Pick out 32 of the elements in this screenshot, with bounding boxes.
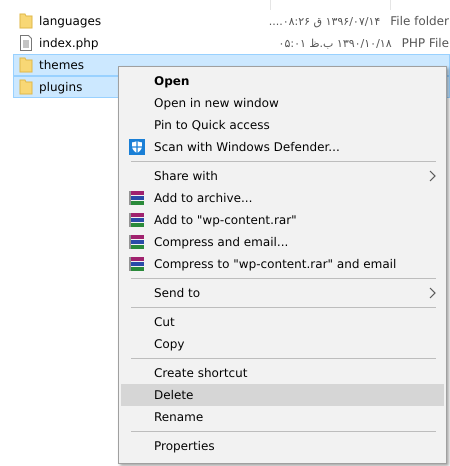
menu-item[interactable]: Add to "wp-content.rar" (121, 209, 444, 231)
file-name: themes (39, 58, 84, 72)
menu-item[interactable]: Share with (121, 165, 444, 187)
menu-item[interactable]: Cut (121, 311, 444, 333)
folder-icon (19, 13, 33, 29)
menu-item[interactable]: Compress to "wp-content.rar" and email (121, 253, 444, 275)
menu-item[interactable]: Delete (121, 384, 444, 406)
menu-item[interactable]: Add to archive... (121, 187, 444, 209)
menu-item[interactable]: Copy (121, 333, 444, 355)
stacked-books-icon (129, 234, 145, 250)
file-type: PHP File (402, 36, 449, 50)
menu-item[interactable]: Pin to Quick access (121, 114, 444, 136)
shield-icon (129, 139, 145, 155)
file-date: ۱۳۹۰/۱۰/۱۸ ب.ظ ۰۵:۰۱ (278, 36, 392, 50)
menu-item[interactable]: Rename (121, 406, 444, 428)
menu-item[interactable]: Open in new window (121, 92, 444, 114)
menu-item[interactable]: Send to (121, 282, 444, 304)
file-type: File folder (390, 14, 449, 28)
folder-icon (19, 79, 33, 95)
menu-item[interactable]: Properties (121, 435, 444, 457)
document-icon (19, 35, 33, 51)
file-name: plugins (39, 80, 82, 94)
folder-icon (19, 57, 33, 73)
menu-item[interactable]: Create shortcut (121, 362, 444, 384)
file-name: index.php (39, 36, 98, 50)
menu-item[interactable]: Compress and email... (121, 231, 444, 253)
file-date: ۱۳۹۶/۰۷/۱۴ ق ۰۸:۲۶.... (268, 14, 380, 28)
menu-item[interactable]: Scan with Windows Defender... (121, 136, 444, 158)
stacked-books-icon (129, 212, 145, 228)
file-name: languages (39, 14, 102, 28)
stacked-books-icon (129, 190, 145, 206)
stacked-books-icon (129, 256, 145, 272)
